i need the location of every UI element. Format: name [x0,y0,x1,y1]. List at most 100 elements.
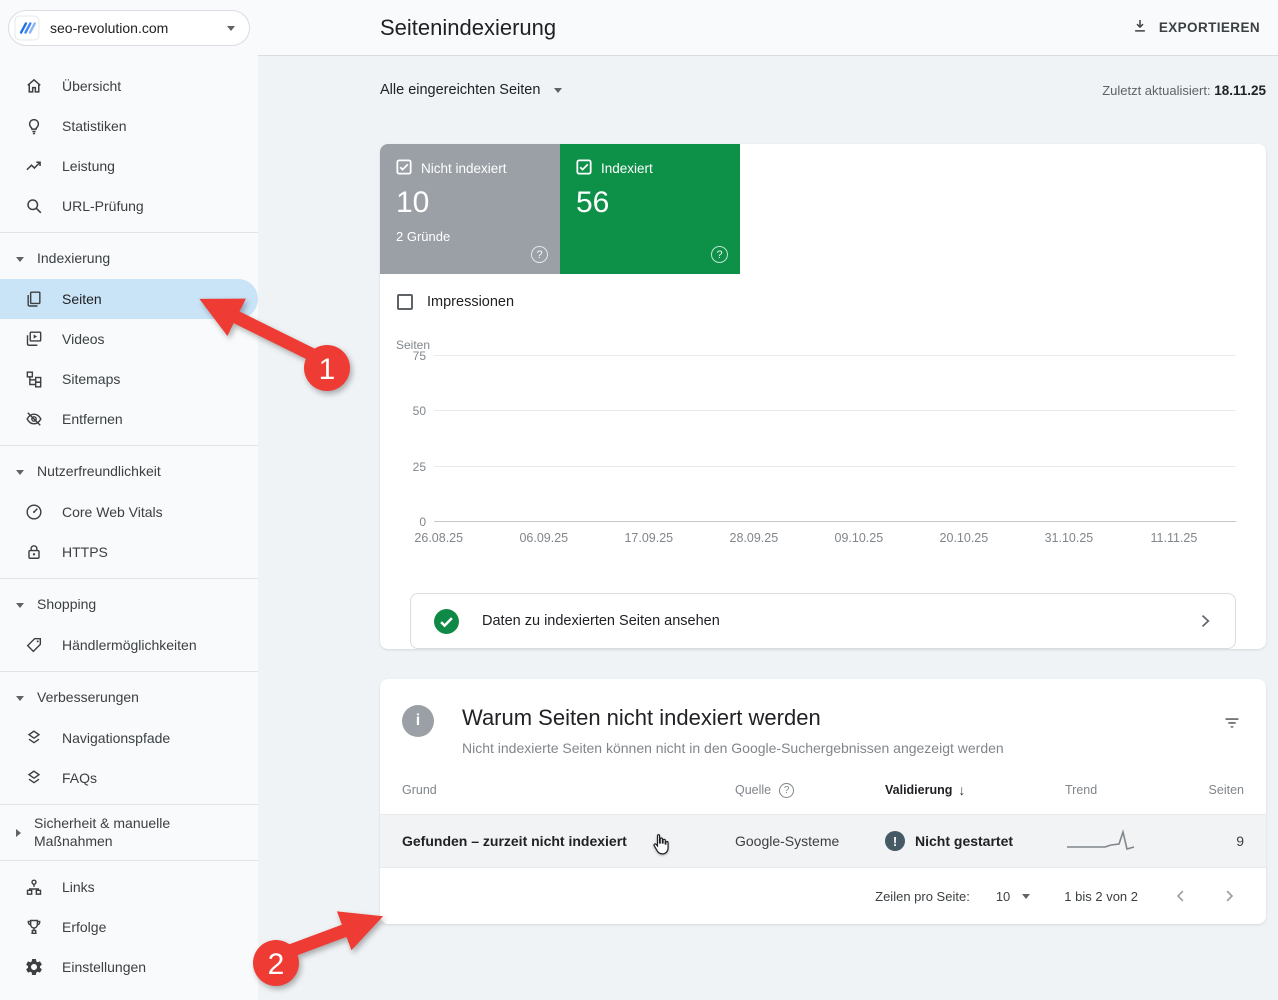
pages-count: 9 [1236,833,1244,849]
unchecked-checkbox-icon[interactable] [397,294,413,310]
card-indexed[interactable]: Indexiert 56 ? [560,144,740,274]
page-header: Seitenindexierung EXPORTIEREN [258,0,1278,56]
sidebar-section-sicherheit-manuelle-massnahmen[interactable]: Sicherheit & manuelle Maßnahmen [0,811,258,854]
sidebar-divider [0,860,258,861]
property-selector[interactable]: seo-revolution.com [8,10,250,46]
view-indexed-data-banner[interactable]: Daten zu indexierten Seiten ansehen [410,593,1236,649]
sidebar-section-nutzerfreundlichkeit[interactable]: Nutzerfreundlichkeit [0,452,258,492]
sidebar-item-faqs[interactable]: FAQs [0,758,258,798]
lock-icon [24,542,44,562]
rows-per-page-label: Zeilen pro Seite: [875,889,970,904]
checked-checkbox-icon[interactable] [396,159,412,178]
chevron-right-icon [1195,611,1215,631]
speedometer-icon [24,502,44,522]
sidebar-item-einstellungen[interactable]: Einstellungen [0,947,258,987]
filter-bar: Alle eingereichten Seiten Zuletzt aktual… [380,56,1266,124]
validation-cell: ! Nicht gestartet [885,831,1065,851]
previous-page-button[interactable] [1172,887,1190,905]
sitemap-icon [24,369,44,389]
sidebar-section-shopping[interactable]: Shopping [0,585,258,625]
sidebar-item-leistung[interactable]: Leistung [0,146,258,186]
sidebar-item-handlermoglichkeiten[interactable]: Händlermöglichkeiten [0,625,258,665]
export-button[interactable]: EXPORTIEREN [1131,17,1260,38]
not-indexed-reasons-panel: i Warum Seiten nicht indexiert werden Ni… [380,679,1266,924]
index-status-panel: Nicht indexiert 10 2 Gründe ? Indexiert … [380,144,1266,649]
y-tick-label: 25 [413,460,426,474]
sidebar-divider [0,804,258,805]
sidebar: seo-revolution.com ÜbersichtStatistikenL… [0,0,258,1000]
trend-sparkline [1065,828,1137,854]
x-tick-label: 09.10.25 [835,531,884,545]
sidebar-item-https[interactable]: HTTPS [0,532,258,572]
table-header-row: Grund Quelle ? Validierung ↓ Trend Seite… [380,766,1266,814]
sidebar-divider [0,578,258,579]
pagination-range: 1 bis 2 von 2 [1064,889,1138,904]
last-updated: Zuletzt aktualisiert: 18.11.25 [1102,83,1266,98]
column-trend[interactable]: Trend [1065,783,1180,797]
sidebar-item-sitemaps[interactable]: Sitemaps [0,359,258,399]
not-indexed-count: 10 [396,186,544,220]
tag-icon [24,635,44,655]
download-icon [1131,17,1149,38]
check-circle-icon [433,608,460,635]
caret-down-icon [16,257,24,262]
eye-off-icon [24,409,44,429]
checked-checkbox-icon[interactable] [576,159,592,178]
next-page-button[interactable] [1220,887,1238,905]
pages-icon [24,289,44,309]
bar-series [434,355,1236,521]
reasons-subtitle: Nicht indexierte Seiten können nicht in … [462,740,1194,756]
sidebar-nav: ÜbersichtStatistikenLeistungURL-Prüfung I… [0,66,258,987]
page-filter-dropdown[interactable]: Alle eingereichten Seiten [380,82,562,98]
sidebar-item-ubersicht[interactable]: Übersicht [0,66,258,106]
alert-icon: ! [885,831,905,851]
x-tick-label: 11.11.25 [1151,531,1198,545]
sidebar-section-indexierung[interactable]: Indexierung [0,239,258,279]
sidebar-item-url-prufung[interactable]: URL-Prüfung [0,186,258,226]
chevron-down-icon [227,26,235,31]
video-icon [24,329,44,349]
search-icon [24,196,44,216]
help-icon[interactable]: ? [779,783,794,798]
card-not-indexed[interactable]: Nicht indexiert 10 2 Gründe ? [380,144,560,274]
sidebar-item-navigationspfade[interactable]: Navigationspfade [0,718,258,758]
x-tick-label: 20.10.25 [940,531,989,545]
info-icon: i [402,705,434,737]
table-row-gefunden[interactable]: Gefunden – zurzeit nicht indexiert Googl… [380,814,1266,868]
sidebar-item-videos[interactable]: Videos [0,319,258,359]
help-icon[interactable]: ? [531,246,548,263]
sidebar-item-entfernen[interactable]: Entfernen [0,399,258,439]
y-tick-label: 75 [413,349,426,363]
trophy-icon [24,917,44,937]
x-tick-label: 28.09.25 [730,531,779,545]
chevron-down-icon [554,88,562,93]
caret-right-icon [16,829,21,837]
sidebar-item-statistiken[interactable]: Statistiken [0,106,258,146]
indexing-chart: Seiten 755025026.08.2506.09.2517.09.2528… [396,338,1236,563]
chart-plot-area: 755025026.08.2506.09.2517.09.2528.09.250… [434,355,1236,521]
layers-icon [24,728,44,748]
page-title: Seitenindexierung [380,15,556,41]
sidebar-section-verbesserungen[interactable]: Verbesserungen [0,678,258,718]
x-tick-label: 06.09.25 [519,531,568,545]
sidebar-item-erfolge[interactable]: Erfolge [0,907,258,947]
caret-down-icon [16,696,24,701]
column-seiten[interactable]: Seiten [1209,783,1244,797]
reason-label[interactable]: Gefunden – zurzeit nicht indexiert [402,833,735,849]
indexed-count: 56 [576,186,724,220]
lightbulb-icon [24,116,44,136]
impressions-toggle[interactable]: Impressionen [397,294,1266,310]
sidebar-item-links[interactable]: Links [0,867,258,907]
table-pagination: Zeilen pro Seite: 10 1 bis 2 von 2 [380,868,1266,924]
sidebar-item-core-web-vitals[interactable]: Core Web Vitals [0,492,258,532]
rows-per-page-select[interactable]: 10 [996,889,1030,904]
column-validierung-sorted[interactable]: Validierung ↓ [885,782,1065,798]
summary-cards: Nicht indexiert 10 2 Gründe ? Indexiert … [380,144,1266,274]
filter-list-icon[interactable] [1222,713,1242,733]
y-tick-label: 50 [413,404,426,418]
layers-icon [24,768,44,788]
column-grund[interactable]: Grund [402,783,735,797]
sidebar-item-seiten[interactable]: Seiten [0,279,258,319]
column-quelle[interactable]: Quelle ? [735,783,885,798]
help-icon[interactable]: ? [711,246,728,263]
